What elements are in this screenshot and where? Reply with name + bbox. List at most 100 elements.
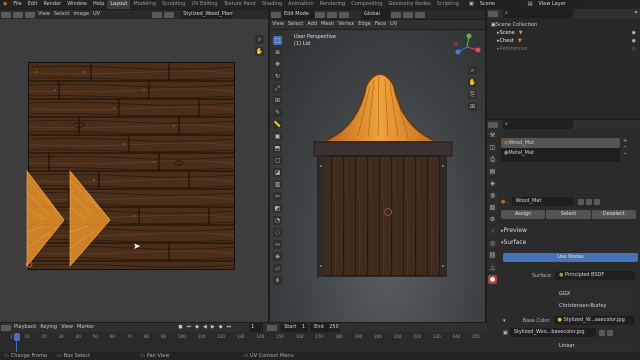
vp-menu-vertex[interactable]: Vertex [336, 20, 356, 29]
timeline-menu-playback[interactable]: Playback [12, 323, 38, 332]
playhead[interactable] [14, 333, 20, 341]
tab-view-layer-icon[interactable]: ▤ [488, 167, 497, 176]
workspace-tab-compositing[interactable]: Compositing [348, 0, 385, 9]
view-layer-selector[interactable]: View Layer [535, 0, 584, 9]
outliner-search-input[interactable]: ⌕ [503, 9, 573, 18]
next-key-icon[interactable]: ◆ [217, 323, 225, 332]
interpolation-dropdown[interactable]: Linear [555, 342, 635, 351]
vp-pan-icon[interactable]: ✋ [468, 78, 477, 87]
vp-menu-mesh[interactable]: Mesh [319, 20, 336, 29]
workspace-tab-rendering[interactable]: Rendering [317, 0, 349, 9]
preview-range-icon[interactable] [267, 324, 278, 331]
workspace-tab-animation[interactable]: Animation [285, 0, 317, 9]
edge-select-icon[interactable] [327, 11, 337, 18]
tool-move-icon[interactable]: ✥ [273, 60, 282, 69]
menu-render[interactable]: Render [40, 0, 64, 9]
select-button[interactable]: Select [546, 210, 591, 219]
workspace-tab-uv-editing[interactable]: UV Editing [188, 0, 220, 9]
preview-panel-header[interactable]: ▸ Preview [501, 227, 527, 234]
blender-logo-icon[interactable]: ◉ [0, 0, 10, 9]
vp-menu-select[interactable]: Select [286, 20, 305, 29]
vp-ortho-icon[interactable]: ⊞ [468, 102, 477, 111]
tab-object-icon[interactable]: ▧ [488, 203, 497, 212]
tool-annotate-icon[interactable]: ✎ [273, 108, 282, 117]
distribution-dropdown[interactable]: GGX [555, 290, 635, 299]
timeline-type-icon[interactable] [1, 324, 11, 331]
tool-edge-slide-icon[interactable]: ⇿ [273, 240, 282, 249]
material-name-field[interactable]: Wood_Mat [511, 197, 574, 206]
viewport-editor-type-icon[interactable] [271, 11, 281, 18]
tool-knife-icon[interactable]: ✂ [273, 192, 282, 201]
menu-file[interactable]: File [10, 0, 24, 9]
3d-viewport[interactable]: User Perspective (1) Lid ⬚ ⊕ ✥ ↻ ⤢ ⊞ ✎ 📏… [270, 30, 485, 322]
tool-smooth-icon[interactable]: ◌ [273, 228, 282, 237]
uv-island-selection[interactable] [24, 168, 124, 272]
image-new-icon[interactable] [606, 329, 613, 336]
tool-loop-cut-icon[interactable]: ▥ [273, 180, 282, 189]
visibility-eye-icon[interactable]: ◉ [632, 30, 636, 36]
tab-constraints-icon[interactable]: ⛓ [488, 251, 497, 260]
tab-scene-icon[interactable]: ◈ [488, 179, 497, 188]
surface-panel-header[interactable]: ▾ Surface [501, 239, 526, 246]
tool-transform-icon[interactable]: ⊞ [273, 96, 282, 105]
tab-world-icon[interactable]: ◍ [488, 191, 497, 200]
face-select-icon[interactable] [339, 11, 349, 18]
jump-end-icon[interactable]: ⏭ [225, 323, 234, 332]
workspace-tab-scripting[interactable]: Scripting [434, 0, 462, 9]
tab-physics-icon[interactable]: ◎ [488, 239, 497, 248]
deselect-button[interactable]: Deselect [591, 210, 636, 219]
properties-search-input[interactable]: ⌕ [503, 120, 573, 129]
tab-material-icon[interactable]: ● [488, 275, 497, 284]
tool-rip-icon[interactable]: ⋔ [273, 276, 282, 285]
prev-key-icon[interactable]: ◆ [193, 323, 201, 332]
use-nodes-button[interactable]: Use Nodes [503, 253, 638, 262]
current-frame-field[interactable]: 1 [249, 323, 264, 332]
proportional-edit-icon[interactable] [415, 11, 425, 18]
play-reverse-icon[interactable]: ◀ [201, 323, 209, 332]
tool-cursor-icon[interactable]: ⊕ [273, 48, 282, 57]
tool-add-cube-icon[interactable]: ▣ [273, 132, 282, 141]
vp-menu-uv[interactable]: UV [388, 20, 399, 29]
workspace-tab-geometry-nodes[interactable]: Geometry Nodes [386, 0, 434, 9]
menu-edit[interactable]: Edit [25, 0, 41, 9]
outliner-root[interactable]: ▣ Scene Collection [491, 21, 636, 29]
image-browse-icon[interactable]: ▣ [503, 330, 508, 336]
unlink-material-icon[interactable] [593, 198, 600, 205]
outliner-item-references[interactable]: ▸ References ◎ [491, 45, 636, 53]
outliner-item-chest[interactable]: ▸ Chest ▼ ◉ [491, 37, 636, 45]
pivot-icon[interactable] [152, 11, 163, 18]
tab-tool-icon[interactable]: ⚒ [488, 131, 497, 140]
tool-scale-icon[interactable]: ⤢ [273, 84, 282, 93]
pivot-point-icon[interactable] [391, 11, 401, 18]
tab-particles-icon[interactable]: ⁘ [488, 227, 497, 236]
tab-modifier-icon[interactable]: ⚙ [488, 215, 497, 224]
material-browse-icon[interactable]: ●⌄ [501, 199, 510, 205]
slot-menu-icon[interactable]: ⌄ [623, 150, 632, 156]
snapping-icon[interactable] [403, 11, 413, 18]
image-fake-user-icon[interactable] [598, 329, 605, 336]
jump-start-icon[interactable]: ⏮ [185, 323, 194, 332]
orientation-selector[interactable]: Global [362, 10, 390, 19]
mode-selector[interactable]: Edit Mode [282, 10, 314, 19]
editor-type-icon[interactable] [1, 11, 11, 18]
tool-measure-icon[interactable]: 📏 [273, 120, 282, 129]
uv-menu-select[interactable]: Select [52, 10, 71, 19]
subsurface-method-dropdown[interactable]: Christensen-Burley [555, 302, 635, 311]
tool-shrink-icon[interactable]: ◈ [273, 252, 282, 261]
fake-user-icon[interactable] [577, 198, 584, 205]
snap-icon[interactable] [164, 11, 175, 18]
vp-zoom-icon[interactable]: ⌕ [468, 66, 477, 75]
workspace-tab-modeling[interactable]: Modeling [130, 0, 159, 9]
image-name-field[interactable]: Stylized_Wood_Plank [181, 10, 234, 19]
uv-menu-uv[interactable]: UV [91, 10, 102, 19]
select-mode-icon[interactable] [25, 11, 35, 18]
assign-button[interactable]: Assign [501, 210, 546, 219]
menu-window[interactable]: Window [64, 0, 90, 9]
navigation-gizmo[interactable] [452, 32, 482, 62]
base-color-texture-field[interactable]: ● Stylized_W...asecolor.jpg [553, 316, 634, 325]
timeline-menu-marker[interactable]: Marker [75, 323, 96, 332]
vertex-select-icon[interactable] [315, 11, 325, 18]
vp-menu-face[interactable]: Face [373, 20, 388, 29]
tab-data-icon[interactable]: △ [488, 263, 497, 272]
zoom-icon[interactable]: ⌕ [255, 35, 264, 44]
